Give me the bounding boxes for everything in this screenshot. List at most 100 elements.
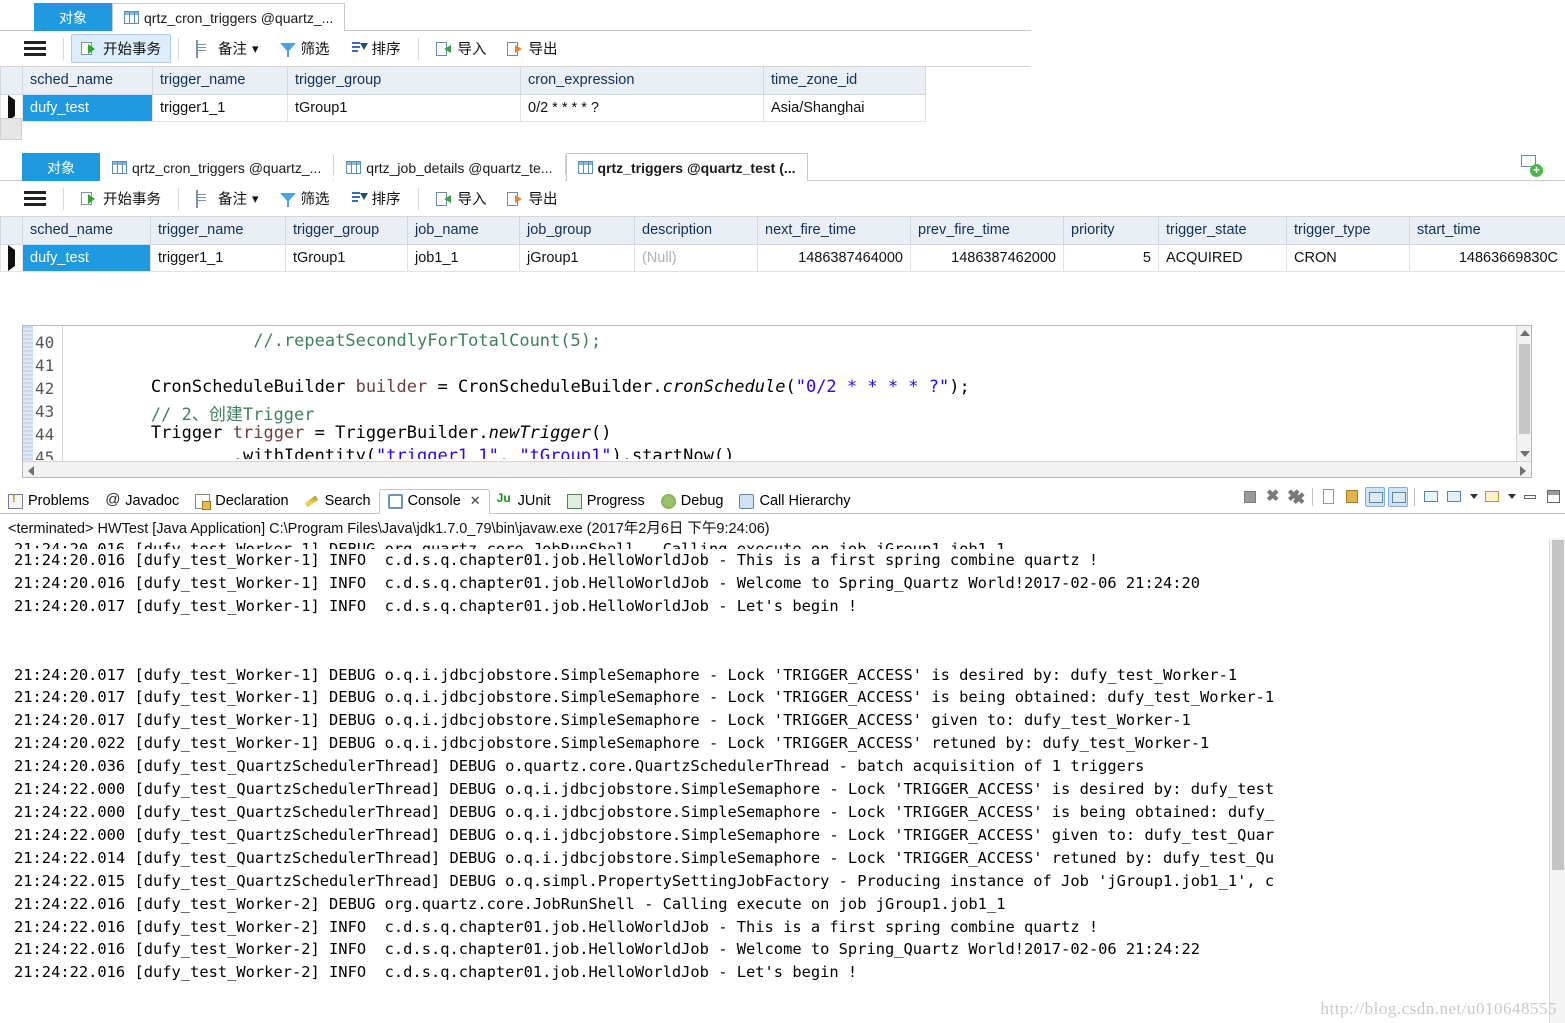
terminate-icon[interactable] xyxy=(1240,487,1260,507)
col-header-sched-name[interactable]: sched_name xyxy=(22,67,153,95)
pin-console-icon[interactable] xyxy=(1421,487,1441,507)
cell-job-name[interactable]: job1_1 xyxy=(407,244,520,272)
cell-next-fire-time[interactable]: 1486387464000 xyxy=(757,244,911,272)
console-vertical-scrollbar[interactable] xyxy=(1549,538,1565,1023)
col-header-sched-name[interactable]: sched_name xyxy=(22,217,151,245)
tab-javadoc[interactable]: Javadoc xyxy=(97,490,187,513)
menu-button-bottom[interactable] xyxy=(14,187,56,211)
show-console-on-error-icon[interactable] xyxy=(1388,487,1408,507)
code-editor[interactable]: 40 41 42 43 44 45 //.repeatSecondlyForTo… xyxy=(22,325,1532,478)
cell-prev-fire-time[interactable]: 1486387462000 xyxy=(910,244,1064,272)
col-header-trigger-group[interactable]: trigger_group xyxy=(287,67,521,95)
cell-priority[interactable]: 5 xyxy=(1063,244,1159,272)
cell-trigger-group[interactable]: tGroup1 xyxy=(287,94,521,122)
filter-button-bottom[interactable]: 筛选 xyxy=(269,184,340,213)
editor-vertical-scrollbar[interactable] xyxy=(1516,326,1531,461)
tab-junit[interactable]: JUnit xyxy=(490,490,559,513)
data-grid-top[interactable]: sched_name trigger_name trigger_group cr… xyxy=(0,67,926,122)
tab-qrtz-cron-triggers-top[interactable]: qrtz_cron_triggers @quartz_... xyxy=(112,3,346,31)
col-header-trigger-state[interactable]: trigger_state xyxy=(1158,217,1287,245)
scroll-up-arrow-icon[interactable] xyxy=(1520,330,1530,336)
col-header-prev-fire-time[interactable]: prev_fire_time xyxy=(910,217,1064,245)
begin-transaction-button-top[interactable]: 开始事务 xyxy=(71,34,171,63)
tab-debug[interactable]: Debug xyxy=(653,490,732,513)
cell-cron-expression[interactable]: 0/2 * * * * ? xyxy=(520,94,764,122)
col-header-job-group[interactable]: job_group xyxy=(519,217,635,245)
tab-qrtz-cron-triggers-bottom[interactable]: qrtz_cron_triggers @quartz_... xyxy=(100,153,334,181)
col-header-trigger-type[interactable]: trigger_type xyxy=(1286,217,1410,245)
note-dropdown-icon[interactable]: ▾ xyxy=(252,41,259,57)
cell-start-time[interactable]: 14863669830C xyxy=(1409,244,1565,272)
close-icon[interactable]: ✕ xyxy=(470,493,481,509)
col-header-start-time[interactable]: start_time xyxy=(1409,217,1565,245)
open-console-icon[interactable] xyxy=(1482,487,1502,507)
cell-sched-name[interactable]: dufy_test xyxy=(22,94,153,122)
col-header-trigger-name[interactable]: trigger_name xyxy=(152,67,288,95)
remove-launch-icon[interactable]: ✖ xyxy=(1263,487,1283,507)
note-button-top[interactable]: 备注 ▾ xyxy=(186,34,269,63)
table-row[interactable]: dufy_test trigger1_1 tGroup1 0/2 * * * *… xyxy=(0,94,926,122)
editor-scroll-thumb[interactable] xyxy=(1519,344,1530,434)
cell-trigger-group[interactable]: tGroup1 xyxy=(285,244,408,272)
col-header-time-zone-id[interactable]: time_zone_id xyxy=(763,67,926,95)
data-grid-bottom[interactable]: sched_name trigger_name trigger_group jo… xyxy=(0,217,1565,272)
cell-trigger-type[interactable]: CRON xyxy=(1286,244,1410,272)
tab-objects-bottom[interactable]: 对象 xyxy=(22,153,100,181)
cell-trigger-name[interactable]: trigger1_1 xyxy=(150,244,286,272)
cell-trigger-name[interactable]: trigger1_1 xyxy=(152,94,288,122)
tab-call-hierarchy[interactable]: Call Hierarchy xyxy=(731,490,858,513)
cell-description[interactable]: (Null) xyxy=(634,244,758,272)
scroll-lock-icon[interactable] xyxy=(1342,487,1362,507)
col-header-description[interactable]: description xyxy=(634,217,758,245)
cell-sched-name[interactable]: dufy_test xyxy=(22,244,151,272)
open-console-caret-icon[interactable] xyxy=(1505,487,1517,507)
export-button-top[interactable]: 导出 xyxy=(497,34,568,63)
display-selected-console-caret-icon[interactable] xyxy=(1467,487,1479,507)
note-button-bottom[interactable]: 备注 ▾ xyxy=(186,184,269,213)
cell-time-zone-id[interactable]: Asia/Shanghai xyxy=(763,94,926,122)
console-scroll-thumb[interactable] xyxy=(1552,540,1564,870)
tab-problems[interactable]: Problems xyxy=(0,490,97,513)
begin-transaction-label-bottom: 开始事务 xyxy=(103,192,161,208)
editor-horizontal-scrollbar[interactable] xyxy=(23,461,1531,477)
tab-progress[interactable]: Progress xyxy=(559,490,653,513)
cell-trigger-state[interactable]: ACQUIRED xyxy=(1158,244,1287,272)
col-header-trigger-name[interactable]: trigger_name xyxy=(150,217,286,245)
note-label-bottom: 备注 xyxy=(218,192,247,208)
tab-qrtz-job-details-bottom[interactable]: qrtz_job_details @quartz_te... xyxy=(334,153,565,181)
import-button-top[interactable]: 导入 xyxy=(426,34,497,63)
console-output[interactable]: 21:24:20.016 [dufy_test_Worker-1] DEBUG … xyxy=(0,538,1565,1023)
col-header-trigger-group[interactable]: trigger_group xyxy=(285,217,408,245)
display-selected-console-icon[interactable] xyxy=(1444,487,1464,507)
remove-all-terminated-icon[interactable]: ✖ ✖ xyxy=(1286,487,1306,508)
watermark-url: http://blog.csdn.net/u010648555 xyxy=(1320,999,1557,1018)
scroll-left-arrow-icon[interactable] xyxy=(28,466,34,476)
col-header-priority[interactable]: priority xyxy=(1063,217,1159,245)
tab-search[interactable]: Search xyxy=(297,490,379,513)
sort-button-bottom[interactable]: 排序 xyxy=(340,184,411,213)
maximize-icon[interactable] xyxy=(1543,487,1563,507)
cell-job-group[interactable]: jGroup1 xyxy=(519,244,635,272)
scroll-right-arrow-icon[interactable] xyxy=(1520,466,1526,476)
note-dropdown-icon[interactable]: ▾ xyxy=(252,191,259,207)
tab-qrtz-triggers-bottom[interactable]: qrtz_triggers @quartz_test (... xyxy=(565,153,808,181)
col-header-cron-expression[interactable]: cron_expression xyxy=(520,67,764,95)
table-row[interactable]: dufy_test trigger1_1 tGroup1 job1_1 jGro… xyxy=(0,244,1565,272)
clear-console-icon[interactable] xyxy=(1319,487,1339,507)
show-console-on-output-icon[interactable] xyxy=(1365,487,1385,507)
menu-button-top[interactable] xyxy=(14,37,56,61)
sort-button-top[interactable]: 排序 xyxy=(340,34,411,63)
tab-declaration[interactable]: Declaration xyxy=(187,490,296,513)
add-table-button[interactable]: + xyxy=(1521,155,1543,177)
export-button-bottom[interactable]: 导出 xyxy=(497,184,568,213)
filter-button-top[interactable]: 筛选 xyxy=(269,34,340,63)
col-header-next-fire-time[interactable]: next_fire_time xyxy=(757,217,911,245)
tab-console[interactable]: Console ✕ xyxy=(378,489,490,514)
scroll-down-arrow-icon[interactable] xyxy=(1520,451,1530,457)
import-button-bottom[interactable]: 导入 xyxy=(426,184,497,213)
col-header-job-name[interactable]: job_name xyxy=(407,217,520,245)
begin-transaction-button-bottom[interactable]: 开始事务 xyxy=(71,184,171,213)
tab-objects-top[interactable]: 对象 xyxy=(34,3,112,31)
minimize-icon[interactable] xyxy=(1520,487,1540,507)
tab-console-label: Console xyxy=(407,493,461,509)
